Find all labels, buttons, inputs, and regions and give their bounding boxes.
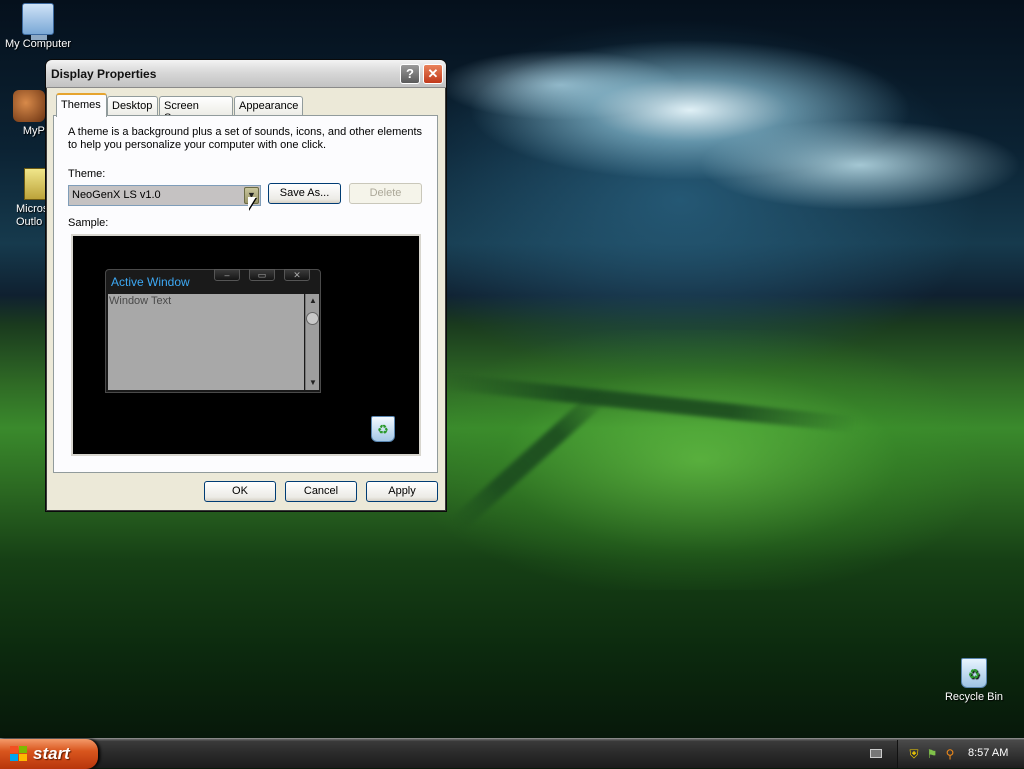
- sample-recycle-bin-icon: ♻: [371, 416, 395, 442]
- save-as-button[interactable]: Save As...: [268, 183, 341, 204]
- sample-label: Sample:: [68, 217, 109, 229]
- taskbar: start ⛨ ⚑ ⚲ 8:57 AM: [0, 738, 1024, 769]
- wallpaper-field-glow: [420, 330, 980, 590]
- desktop-icon-my-computer[interactable]: My Computer: [0, 3, 76, 50]
- minimize-icon: –: [214, 269, 240, 281]
- search-icon[interactable]: ⚲: [943, 747, 957, 761]
- mouse-cursor-icon: [248, 197, 256, 210]
- start-button[interactable]: start: [0, 739, 98, 769]
- close-icon: ✕: [284, 269, 310, 281]
- theme-sample-preview: Active Window – ▭ ✕ Window Text ▲ ▼ ♻: [71, 234, 421, 456]
- security-shield-icon[interactable]: ⛨: [907, 747, 921, 761]
- start-label: start: [33, 744, 70, 763]
- help-button[interactable]: ?: [400, 64, 420, 84]
- clock[interactable]: 8:57 AM: [968, 747, 1008, 759]
- scroll-thumb: [306, 312, 319, 325]
- sample-window-text: Window Text: [109, 295, 172, 307]
- theme-select-value: NeoGenX LS v1.0: [72, 189, 161, 201]
- themes-panel: A theme is a background plus a set of so…: [53, 115, 438, 473]
- display-properties-window: Display Properties ? ✕ Themes Desktop Sc…: [45, 59, 447, 512]
- ok-button[interactable]: OK: [204, 481, 276, 502]
- keyboard-icon[interactable]: [870, 749, 882, 758]
- windows-logo-icon: [10, 746, 28, 762]
- system-tray: ⛨ ⚑ ⚲ 8:57 AM: [897, 740, 1024, 768]
- themes-description: A theme is a background plus a set of so…: [68, 126, 423, 151]
- tab-screen-saver[interactable]: Screen Saver: [159, 96, 233, 124]
- maximize-icon: ▭: [249, 269, 275, 281]
- mypa-icon: [13, 90, 45, 122]
- sample-active-window: Active Window – ▭ ✕ Window Text ▲ ▼: [105, 269, 321, 393]
- delete-button[interactable]: Delete: [349, 183, 422, 204]
- title-bar[interactable]: Display Properties ? ✕: [46, 60, 446, 88]
- desktop-icon-label: Micros Outlo: [16, 203, 49, 228]
- tab-themes[interactable]: Themes: [56, 93, 107, 117]
- sample-active-window-title: Active Window: [111, 275, 190, 289]
- computer-icon: [22, 3, 54, 40]
- scroll-up-icon: ▲: [309, 296, 317, 305]
- recycle-bin-icon: [961, 658, 987, 688]
- theme-label: Theme:: [68, 168, 106, 180]
- theme-select[interactable]: NeoGenX LS v1.0 ▼: [68, 185, 261, 206]
- tab-appearance[interactable]: Appearance: [234, 96, 303, 116]
- scroll-down-icon: ▼: [309, 378, 317, 387]
- apply-button[interactable]: Apply: [366, 481, 438, 502]
- sample-window-client: Window Text: [108, 294, 304, 390]
- desktop-icon-label: Recycle Bin: [944, 691, 1004, 703]
- network-icon[interactable]: ⚑: [925, 747, 939, 761]
- sample-scrollbar: ▲ ▼: [305, 294, 319, 390]
- tab-desktop[interactable]: Desktop: [107, 96, 158, 116]
- desktop-icon-recycle-bin[interactable]: Recycle Bin: [936, 658, 1012, 703]
- desktop-icon-outlook[interactable]: Micros Outlo: [6, 168, 56, 229]
- close-button[interactable]: ✕: [423, 64, 443, 84]
- window-title: Display Properties: [51, 67, 157, 81]
- cancel-button[interactable]: Cancel: [285, 481, 357, 502]
